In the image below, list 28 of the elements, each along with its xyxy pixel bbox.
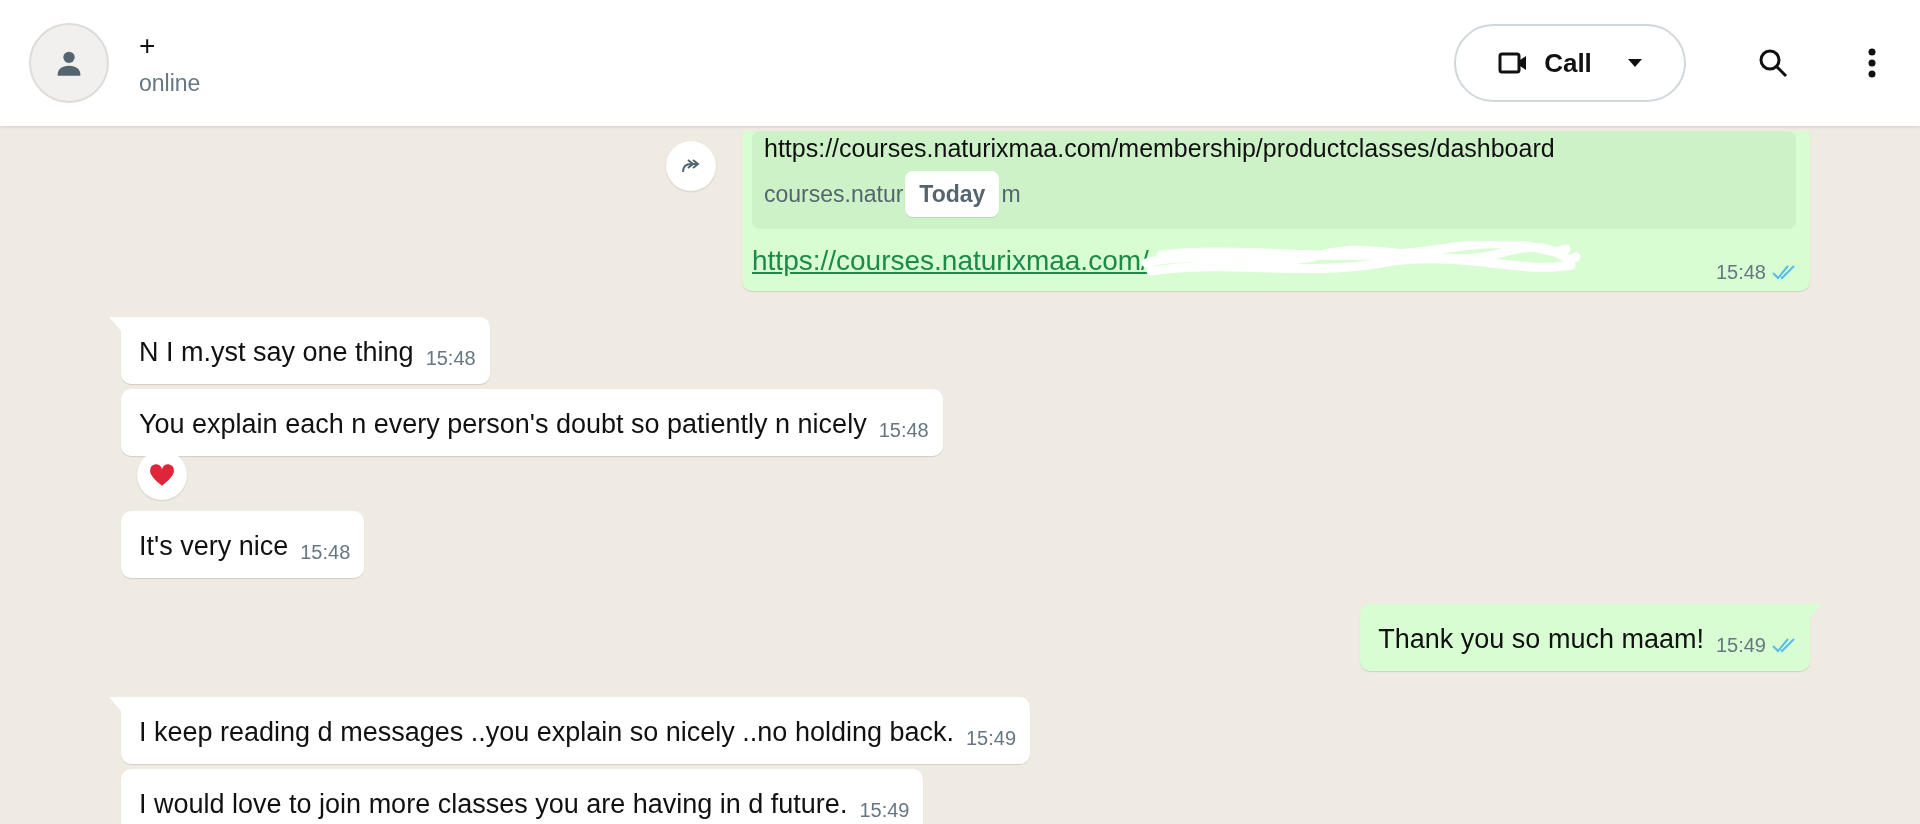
contact-status: online <box>139 69 201 97</box>
message-text: N I m.yst say one thing <box>139 336 414 369</box>
message-text: It's very nice <box>139 530 289 563</box>
message-link[interactable]: https://courses.naturixmaa.com/ <box>752 244 1149 278</box>
preview-title: https://courses.naturixmaa.com/membership/productclasses/dashboard <box>764 133 1556 164</box>
search-icon[interactable] <box>1758 48 1788 78</box>
preview-domain: m <box>1001 180 1021 209</box>
heart-reaction-icon[interactable] <box>137 450 187 500</box>
message-text: I keep reading d messages ..you explain so nicely ..no holding back. <box>139 716 954 749</box>
message-time: 15:48 <box>425 346 476 371</box>
message-time: 15:49 <box>966 726 1017 751</box>
caret-icon <box>1627 59 1642 67</box>
message-text: Thank you so much maam! <box>1378 623 1704 656</box>
preview-domain: courses.natur <box>764 180 904 209</box>
message-text: You explain each n every person's doubt so patiently n nicely <box>139 408 867 441</box>
message-time: 15:48 <box>1715 260 1766 285</box>
forward-button[interactable] <box>666 141 716 191</box>
message-time: 15:49 <box>1715 633 1766 658</box>
menu-icon[interactable] <box>1868 48 1876 78</box>
message-text: I would love to join more classes you are having in d future. <box>139 788 848 821</box>
message-time: 15:48 <box>878 418 929 443</box>
message-time: 15:49 <box>859 798 910 823</box>
link-preview[interactable]: https://courses.naturixmaa.com/membership/productclasses/dashboard courses.natur Today m <box>752 131 1796 229</box>
video-camera-icon <box>1498 52 1529 74</box>
date-chip: Today <box>905 171 1000 217</box>
message-time: 15:48 <box>300 540 351 565</box>
call-button[interactable]: Call <box>1454 24 1686 102</box>
contact-name: + <box>139 29 157 62</box>
